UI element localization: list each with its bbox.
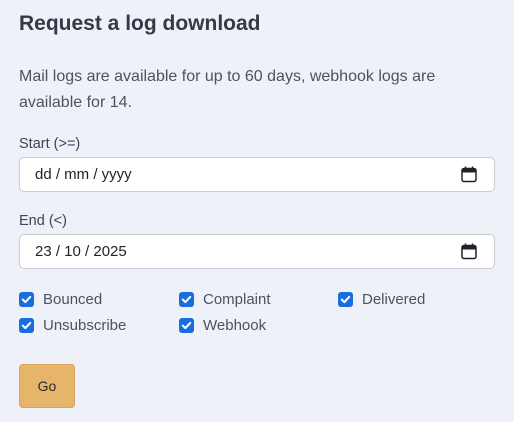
- calendar-icon[interactable]: [461, 166, 477, 183]
- checkmark-icon[interactable]: [19, 318, 34, 333]
- start-date-input[interactable]: dd / mm / yyyy: [19, 157, 495, 192]
- start-date-value: dd / mm / yyyy: [35, 166, 132, 183]
- start-date-label: Start (>=): [19, 136, 81, 152]
- checkbox-bounced[interactable]: Bounced: [19, 291, 102, 308]
- end-date-input[interactable]: 23 / 10 / 2025: [19, 234, 495, 269]
- form-description: Mail logs are available for up to 60 day…: [19, 68, 436, 111]
- end-date-value: 23 / 10 / 2025: [35, 243, 127, 260]
- checkbox-complaint[interactable]: Complaint: [179, 291, 271, 308]
- checkmark-icon[interactable]: [19, 292, 34, 307]
- checkbox-label: Bounced: [43, 291, 103, 308]
- checkbox-webhook[interactable]: Webhook: [179, 317, 266, 334]
- go-button[interactable]: Go: [19, 364, 75, 408]
- checkbox-label: Delivered: [362, 291, 426, 308]
- end-date-label: End (<): [19, 213, 67, 229]
- checkmark-icon[interactable]: [338, 292, 353, 307]
- checkmark-icon[interactable]: [179, 292, 194, 307]
- calendar-icon[interactable]: [461, 243, 477, 260]
- checkbox-label: Unsubscribe: [43, 317, 127, 334]
- checkbox-delivered[interactable]: Delivered: [338, 291, 425, 308]
- checkbox-unsubscribe[interactable]: Unsubscribe: [19, 317, 126, 334]
- page-title: Request a log download: [19, 12, 261, 35]
- checkbox-label: Webhook: [203, 317, 267, 334]
- checkbox-label: Complaint: [203, 291, 271, 308]
- checkmark-icon[interactable]: [179, 318, 194, 333]
